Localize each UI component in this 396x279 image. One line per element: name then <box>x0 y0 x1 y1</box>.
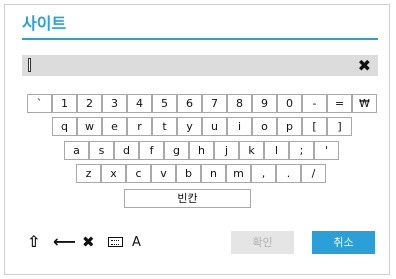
key-1-11[interactable]: 0 <box>277 94 302 113</box>
key-2-5[interactable]: t <box>152 117 177 136</box>
key-3-1[interactable]: a <box>64 141 89 160</box>
key-2-1[interactable]: q <box>52 117 77 136</box>
cancel-button[interactable]: 취소 <box>312 231 375 254</box>
key-4-2[interactable]: x <box>101 164 126 183</box>
title-divider <box>22 38 378 40</box>
key-1-7[interactable]: 6 <box>177 94 202 113</box>
key-3-5[interactable]: g <box>164 141 189 160</box>
key-1-5[interactable]: 4 <box>127 94 152 113</box>
key-3-9[interactable]: l <box>264 141 289 160</box>
dialog-title: 사이트 <box>22 14 67 33</box>
key-2-3[interactable]: e <box>102 117 127 136</box>
key-3-7[interactable]: j <box>214 141 239 160</box>
key-1-9[interactable]: 8 <box>227 94 252 113</box>
key-1-14[interactable]: ₩ <box>352 94 377 113</box>
key-1-10[interactable]: 9 <box>252 94 277 113</box>
key-1-4[interactable]: 3 <box>102 94 127 113</box>
key-2-10[interactable]: p <box>277 117 302 136</box>
key-4-4[interactable]: v <box>151 164 176 183</box>
key-2-7[interactable]: u <box>202 117 227 136</box>
key-4-7[interactable]: m <box>226 164 251 183</box>
key-3-2[interactable]: s <box>89 141 114 160</box>
key-4-8[interactable]: , <box>251 164 276 183</box>
key-3-10[interactable]: ; <box>289 141 314 160</box>
clear-all-icon[interactable]: ✖ <box>82 234 95 250</box>
key-1-13[interactable]: = <box>327 94 352 113</box>
key-3-11[interactable]: ' <box>314 141 339 160</box>
key-3-8[interactable]: k <box>239 141 264 160</box>
space-key[interactable]: 빈칸 <box>124 189 251 208</box>
key-1-8[interactable]: 7 <box>202 94 227 113</box>
shift-icon[interactable]: ⇧ <box>27 234 40 250</box>
text-input[interactable]: ✖ <box>22 55 378 76</box>
key-4-5[interactable]: b <box>176 164 201 183</box>
key-2-9[interactable]: o <box>252 117 277 136</box>
key-1-6[interactable]: 5 <box>152 94 177 113</box>
key-3-3[interactable]: d <box>114 141 139 160</box>
clear-input-icon[interactable]: ✖ <box>358 56 371 75</box>
key-2-12[interactable]: ] <box>327 117 352 136</box>
key-2-8[interactable]: i <box>227 117 252 136</box>
input-mode-toggle[interactable]: A <box>132 235 141 251</box>
key-4-9[interactable]: . <box>276 164 301 183</box>
key-2-2[interactable]: w <box>77 117 102 136</box>
keyboard-layout-icon[interactable] <box>108 237 123 247</box>
key-3-6[interactable]: h <box>189 141 214 160</box>
key-3-4[interactable]: f <box>139 141 164 160</box>
key-4-1[interactable]: z <box>76 164 101 183</box>
key-1-1[interactable]: ` <box>27 94 52 113</box>
backspace-icon[interactable]: ⟵ <box>53 234 76 250</box>
ok-button[interactable]: 확인 <box>231 231 294 254</box>
key-2-4[interactable]: r <box>127 117 152 136</box>
key-4-10[interactable]: / <box>301 164 326 183</box>
key-2-6[interactable]: y <box>177 117 202 136</box>
key-1-12[interactable]: - <box>302 94 327 113</box>
text-cursor <box>28 58 31 72</box>
key-2-11[interactable]: [ <box>302 117 327 136</box>
key-4-6[interactable]: n <box>201 164 226 183</box>
key-1-3[interactable]: 2 <box>77 94 102 113</box>
key-1-2[interactable]: 1 <box>52 94 77 113</box>
key-4-3[interactable]: c <box>126 164 151 183</box>
